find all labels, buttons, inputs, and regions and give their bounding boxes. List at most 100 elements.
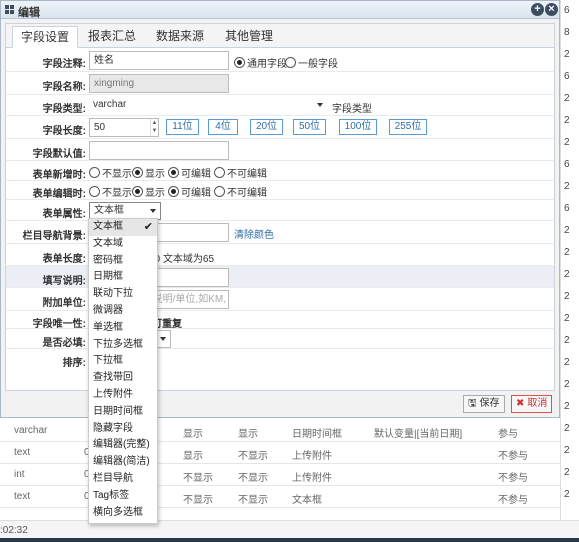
form-length-label: 表单长度: (42, 254, 86, 265)
form-add-readonly[interactable]: 不可编辑 (214, 165, 267, 180)
background-cell: 2 (564, 115, 570, 126)
field-length-value: 50 (94, 122, 106, 133)
form-edit-editable-label: 可编辑 (181, 188, 211, 199)
tab-field-settings[interactable]: 字段设置 (12, 26, 79, 48)
table-cell: varchar (14, 425, 48, 436)
radio-general-field[interactable]: 通用字段 (234, 55, 287, 70)
dropdown-option[interactable]: 联动下拉 (89, 286, 157, 303)
length-preset-11[interactable]: 11位 (166, 119, 199, 135)
field-comment-input[interactable]: 姓名 (89, 51, 229, 70)
dropdown-option-label: 栏目导航 (93, 472, 133, 484)
default-value-input[interactable] (89, 141, 229, 160)
form-edit-show[interactable]: 显示 (132, 184, 165, 199)
background-cell: 6 (564, 203, 570, 214)
form-edit-editable[interactable]: 可编辑 (168, 184, 211, 199)
dropdown-option-label: 文本域 (93, 237, 123, 249)
edit-dialog: 编辑 + × 字段设置 报表汇总 数据来源 其他管理 字段注释: 姓名 通用字段… (0, 0, 560, 418)
grid-icon (5, 5, 14, 14)
clear-color-link[interactable]: 清除颜色 (234, 226, 274, 241)
background-cell: 2 (564, 423, 570, 434)
form-add-hide[interactable]: 不显示 (89, 165, 132, 180)
spinner-icon[interactable]: ▲ ▼ (150, 119, 158, 136)
radio-general-label: 通用字段 (247, 59, 287, 70)
length-preset-50[interactable]: 50位 (293, 119, 326, 135)
chevron-down-icon (317, 103, 323, 107)
background-cell: 2 (564, 401, 570, 412)
dropdown-option[interactable]: 密码框 (89, 253, 157, 270)
dropdown-option[interactable]: 文本框 ✔ (89, 219, 157, 236)
field-type-select[interactable]: varchar (89, 97, 327, 115)
dropdown-option[interactable]: 编辑器(简洁) (89, 454, 157, 471)
table-cell: 文本框 (292, 495, 322, 506)
table-cell: 不参与 (498, 473, 528, 484)
cancel-button[interactable]: ✖ 取消 (511, 395, 553, 413)
table-cell: 不显示 (238, 473, 268, 484)
dropdown-option[interactable]: 查找带回 (89, 370, 157, 387)
background-right-column: 6 8 2 6 2 2 2 6 2 6 2 2 2 2 2 2 2 2 2 2 2 2 2 (560, 0, 579, 542)
dropdown-option[interactable]: 栏目导航 (89, 471, 157, 488)
radio-normal-label: 一般字段 (298, 59, 338, 70)
dropdown-option[interactable]: 下拉多选框 (89, 337, 157, 354)
table-cell: 显示 (238, 429, 258, 440)
dropdown-option[interactable]: 编辑器(完整) (89, 437, 157, 454)
chevron-down-icon (150, 209, 156, 213)
table-cell: 不显示 (238, 495, 268, 506)
background-cell: 6 (564, 71, 570, 82)
field-type-hint: 字段类型 (332, 104, 372, 115)
cancel-label: 取消 (527, 398, 548, 409)
dropdown-option-label: 横向多选框 (93, 506, 143, 518)
background-cell: 2 (564, 49, 570, 60)
length-preset-4[interactable]: 4位 (208, 119, 238, 135)
length-preset-100[interactable]: 100位 (339, 119, 377, 135)
field-name-input[interactable]: xingming (89, 74, 229, 93)
length-preset-20[interactable]: 20位 (250, 119, 283, 135)
dropdown-option[interactable]: 微调器 (89, 303, 157, 320)
form-edit-label: 表单编辑时: (32, 189, 86, 200)
tab-data-source[interactable]: 数据来源 (148, 26, 212, 48)
tab-other-management[interactable]: 其他管理 (217, 26, 281, 48)
tab-report-summary[interactable]: 报表汇总 (80, 26, 144, 48)
dropdown-option-label: 隐藏字段 (93, 422, 133, 434)
dropdown-option-label: 单选框 (93, 321, 123, 333)
dropdown-option[interactable]: 日期框 (89, 269, 157, 286)
form-edit-readonly[interactable]: 不可编辑 (214, 184, 267, 199)
dropdown-option[interactable]: 隐藏字段 (89, 421, 157, 438)
background-cell: 2 (564, 225, 570, 236)
background-cell: 2 (564, 269, 570, 280)
table-row: int 不显示 不显示 上传附件 不参与 0 (0, 464, 560, 486)
dropdown-option[interactable]: 横向多选框 (89, 505, 157, 522)
maximize-icon[interactable]: + (531, 3, 544, 16)
save-button[interactable]: 🖫 保存 (463, 395, 505, 413)
background-cell: 6 (564, 5, 570, 16)
dropdown-option[interactable]: 单选框 (89, 320, 157, 337)
table-cell: 不参与 (498, 495, 528, 506)
field-length-input[interactable]: 50 ▲ ▼ (89, 118, 159, 137)
dropdown-option[interactable]: 文本域 (89, 236, 157, 253)
save-label: 保存 (479, 398, 500, 409)
tab-bar: 字段设置 报表汇总 数据来源 其他管理 (6, 24, 554, 48)
field-length-label: 字段长度: (42, 126, 86, 137)
form-edit-hide[interactable]: 不显示 (89, 184, 132, 199)
length-preset-255[interactable]: 255位 (389, 119, 427, 135)
close-icon[interactable]: × (545, 3, 558, 16)
background-cell: 6 (564, 159, 570, 170)
field-type-label: 字段类型: (42, 104, 86, 115)
dropdown-option-label: 密码框 (93, 254, 123, 266)
dropdown-option[interactable]: 下拉框 (89, 353, 157, 370)
form-attr-label: 表单属性: (42, 209, 86, 220)
dropdown-option[interactable]: 上传附件 (89, 387, 157, 404)
background-cell: 2 (564, 291, 570, 302)
dropdown-option-label: 下拉框 (93, 355, 123, 367)
dropdown-option[interactable]: Tag标签 (89, 488, 157, 505)
dropdown-option[interactable]: 日期时间框 (89, 404, 157, 421)
dropdown-option-label: 上传附件 (93, 388, 133, 400)
form-add-editable[interactable]: 可编辑 (168, 165, 211, 180)
taskbar (0, 538, 579, 542)
table-cell: 显示 (183, 451, 203, 462)
dropdown-option-label: 编辑器(完整) (93, 439, 150, 451)
dialog-title: 编辑 (18, 7, 40, 19)
radio-normal-field[interactable]: 一般字段 (285, 55, 338, 70)
table-cell: 不显示 (183, 473, 213, 484)
form-attr-value: 文本框 (94, 205, 124, 216)
form-add-show[interactable]: 显示 (132, 165, 165, 180)
